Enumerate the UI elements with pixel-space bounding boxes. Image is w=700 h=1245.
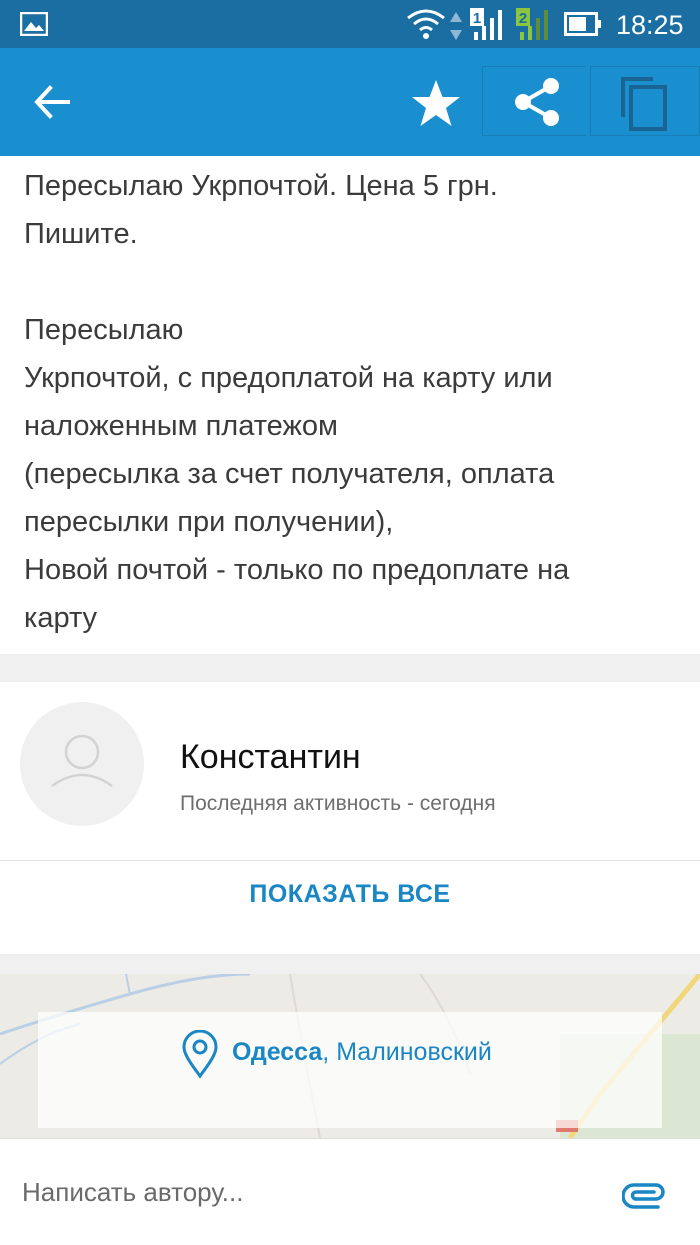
share-button[interactable] <box>482 66 586 136</box>
ad-description: Пересылаю Укрпочтой. Цена 5 грн. Пишите.… <box>24 162 664 642</box>
back-button[interactable] <box>20 70 84 134</box>
app-bar <box>0 48 700 156</box>
favorite-button[interactable] <box>406 74 466 134</box>
share-icon <box>515 78 559 126</box>
battery-icon <box>564 12 601 36</box>
location-pin-icon <box>182 1030 218 1079</box>
description-line: Новой почтой - только по предоплате на <box>24 554 570 586</box>
seller-activity: Последняя активность - сегодня <box>180 792 496 815</box>
wifi-icon <box>407 9 445 39</box>
divider <box>0 860 700 861</box>
description-line: Пишите. <box>24 218 138 250</box>
description-line: пересылки при получении), <box>24 506 394 538</box>
sim1-label: 1 <box>473 10 481 27</box>
location-district: , Малиновский <box>322 1038 492 1066</box>
seller-name[interactable]: Константин <box>180 738 361 777</box>
signal-sim2-icon: 2 <box>516 8 548 40</box>
message-input[interactable] <box>22 1177 582 1208</box>
location-text: Одесса, Малиновский <box>232 1038 492 1067</box>
paperclip-icon <box>621 1183 665 1209</box>
copy-icon <box>621 77 667 131</box>
copy-button[interactable] <box>590 66 700 136</box>
location-city: Одесса <box>232 1038 323 1066</box>
attach-button[interactable] <box>621 1175 668 1211</box>
description-line: (пересылка за счет получателя, оплата <box>24 458 555 490</box>
description-line: Укрпочтой, с предоплатой на карту или <box>24 362 553 394</box>
message-bar <box>0 1138 700 1245</box>
description-line: карту <box>24 602 98 634</box>
section-divider <box>0 954 700 974</box>
data-arrows-icon <box>450 12 462 40</box>
show-all-button[interactable]: ПОКАЗАТЬ ВСЕ <box>0 880 700 909</box>
avatar[interactable] <box>20 702 144 826</box>
sim2-label: 2 <box>519 10 527 27</box>
description-line: наложенным платежом <box>24 410 338 442</box>
clock: 18:25 <box>616 10 684 40</box>
back-arrow-icon <box>34 85 70 119</box>
description-line: Пересылаю <box>24 314 184 346</box>
user-placeholder-icon <box>51 734 113 788</box>
signal-sim1-icon: 1 <box>470 8 502 40</box>
status-bar: 1 2 18:25 <box>0 0 700 48</box>
section-divider <box>0 654 700 682</box>
star-icon <box>412 80 460 126</box>
description-line: Пересылаю Укрпочтой. Цена 5 грн. <box>24 170 498 202</box>
gallery-icon <box>20 12 48 36</box>
location-card <box>38 1012 662 1128</box>
